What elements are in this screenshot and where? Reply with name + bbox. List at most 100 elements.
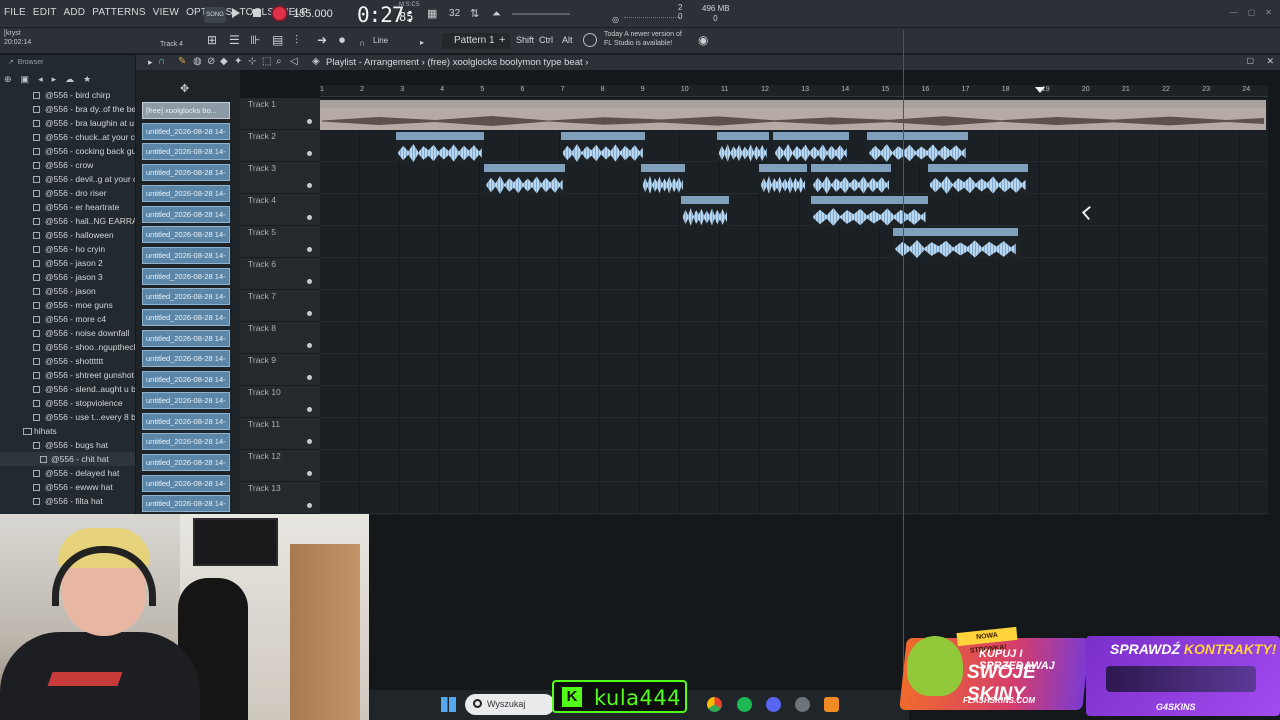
menu-add[interactable]: ADD (64, 7, 86, 18)
select-icon[interactable]: ⬚ (262, 56, 271, 67)
master-pitch-slider[interactable] (512, 13, 570, 15)
track-mute-led[interactable] (307, 407, 312, 412)
minimize-icon[interactable]: — (1230, 8, 1238, 17)
time-signature-display[interactable]: 32 (449, 8, 460, 19)
microphone-icon[interactable]: ⏺ (339, 34, 345, 47)
browser-files-icon[interactable]: ▣ (21, 74, 30, 85)
playback-icon[interactable]: ◁ (290, 56, 298, 67)
pattern-clip[interactable]: untitled_2026..oolymon Main (927, 164, 1028, 194)
stop-button[interactable] (253, 9, 261, 17)
pattern-song-icon[interactable]: ▦ (427, 8, 437, 20)
browser-file[interactable]: @556 - crow (0, 158, 135, 172)
browser-options-icon[interactable]: ⊕ (4, 74, 12, 85)
collapse-icon[interactable]: ◂ (38, 74, 43, 85)
picker-clip[interactable]: untitled_2026-08-28 14- (142, 350, 230, 368)
track-mute-led[interactable] (307, 471, 312, 476)
fl-studio-icon[interactable] (824, 697, 839, 712)
picker-clip[interactable]: untitled_2026-08-28 14- (142, 474, 230, 492)
expand-icon[interactable]: ▸ (52, 74, 57, 85)
browser-file[interactable]: @556 - jason 2 (0, 256, 135, 270)
slip-icon[interactable]: ✦ (234, 56, 242, 67)
picker-clip[interactable]: untitled_2026-08-28 14- (142, 453, 230, 471)
playlist-icon[interactable]: ☰ (229, 34, 240, 47)
picker-clip[interactable]: untitled_2026-08-28 14- (142, 412, 230, 430)
track-header[interactable]: Track 8 (240, 322, 320, 354)
track-header[interactable]: Track 5 (240, 226, 320, 258)
picker-clip[interactable]: untitled_2026-08-28 14- (142, 495, 230, 513)
pattern-clip[interactable]: untitl...n Main (716, 132, 770, 162)
picker-clip[interactable]: untitled_2026-08-28 14- (142, 205, 230, 223)
browser-file[interactable]: @556 - bird chirp (0, 88, 135, 102)
pencil-icon[interactable]: ✎ (178, 56, 186, 67)
spotify-icon[interactable] (737, 697, 752, 712)
shift-key-button[interactable]: Shift (516, 35, 534, 45)
pattern-clip[interactable]: untitl...Main (759, 164, 808, 194)
browser-file[interactable]: @556 - moe guns (0, 298, 135, 312)
arrangement-icon[interactable]: ◈ (312, 56, 320, 67)
picker-clip[interactable]: untitled_2026-08-28 14- (142, 433, 230, 451)
track-header[interactable]: Track 13 (240, 482, 320, 514)
move-icon[interactable]: ✥ (180, 82, 189, 95)
slice-icon[interactable]: ⊹ (248, 56, 256, 67)
news-panel[interactable]: Today A newer version of FL Studio is ava… (604, 30, 682, 48)
piano-roll-icon[interactable]: ⊪ (250, 34, 260, 47)
browser-file[interactable]: @556 - ewww hat (0, 480, 135, 494)
picker-clip[interactable]: untitled_2026-08-28 14- (142, 143, 230, 161)
browser-file[interactable]: @556 - chuck..at your cut (0, 130, 135, 144)
picker-clip[interactable]: untitled_2026-08-28 14- (142, 226, 230, 244)
browser-file[interactable]: @556 - bra laughin at u (0, 116, 135, 130)
browser-file[interactable]: @556 - use t...every 8 bars (0, 410, 135, 424)
track-header[interactable]: Track 11 (240, 418, 320, 450)
browser-file[interactable]: @556 - er heartrate (0, 200, 135, 214)
browser-file[interactable]: @556 - more c4 (0, 312, 135, 326)
menu-view[interactable]: VIEW (153, 7, 179, 18)
image-line-logo-icon[interactable]: ◉ (698, 34, 708, 47)
paint-icon[interactable]: ◍ (193, 56, 202, 67)
delete-icon[interactable]: ⊘ (207, 56, 215, 67)
browser-file[interactable]: @556 - filta hat (0, 494, 135, 508)
pattern-clip[interactable]: untitled_..ymon Main (773, 132, 850, 162)
tempo-display[interactable]: 155.000 (293, 8, 333, 20)
browser-folder[interactable]: hihats (0, 424, 135, 438)
track-mute-led[interactable] (307, 183, 312, 188)
browser-file[interactable]: @556 - stopviolence (0, 396, 135, 410)
track-header[interactable]: Track 3 (240, 162, 320, 194)
browser-file[interactable]: @556 - delayed hat (0, 466, 135, 480)
picker-clip[interactable]: untitled_2026-08-28 14- (142, 309, 230, 326)
browser-file[interactable]: @556 - chit hat (0, 452, 135, 466)
wait-input-icon[interactable]: ⏶ (492, 8, 501, 20)
track-header[interactable]: Track 1 (240, 98, 320, 130)
pattern-clip[interactable]: untitled_2026..Boolymon Main (867, 132, 968, 162)
chrome-icon[interactable] (707, 697, 722, 712)
pattern-prev-icon[interactable]: ▸ (420, 36, 424, 49)
mute-icon[interactable]: ◆ (220, 56, 228, 67)
track-mute-led[interactable] (307, 279, 312, 284)
pattern-clip[interactable]: untitled_202..olymon Main (396, 132, 485, 162)
arrow-right-icon[interactable]: ➜ (317, 34, 327, 47)
track-mute-led[interactable] (307, 439, 312, 444)
pattern-clip[interactable]: untit..Main (640, 164, 685, 194)
record-button[interactable] (271, 5, 288, 22)
pattern-clip[interactable]: untitled_20..lymon Main (560, 132, 645, 162)
browser-file[interactable]: @556 - jason 3 (0, 270, 135, 284)
browser-file[interactable]: @556 - dro riser (0, 186, 135, 200)
picker-clip[interactable]: untitled_2026-08-28 14- (142, 329, 230, 347)
pattern-clip[interactable]: untitled_2026-08...m) Boolymon Main (893, 228, 1018, 258)
menu-file[interactable]: FILE (4, 7, 26, 18)
browser-file[interactable]: @556 - bugs hat (0, 438, 135, 452)
browser-file[interactable]: @556 - shoo..nguptheclub (0, 340, 135, 354)
browser-file[interactable]: @556 - devil..g at your cut (0, 172, 135, 186)
mixer-icon[interactable]: ⫶ (295, 34, 298, 47)
magnet-icon[interactable]: ∩ (359, 37, 365, 50)
playlist-close-icon[interactable]: ✕ (1266, 56, 1274, 67)
track-header[interactable]: Track 6 (240, 258, 320, 290)
metronome-icon[interactable]: ⇅ (470, 8, 479, 20)
windows-start-icon[interactable] (441, 697, 456, 712)
pattern-clip[interactable]: untitl...Main (680, 196, 729, 226)
pattern-clip[interactable]: untitled_2026-0...) Boolymon Main (811, 196, 928, 226)
browser-file[interactable]: @556 - ho cryin (0, 242, 135, 256)
picker-clip[interactable]: untitled_2026-08-28 14- (142, 184, 230, 202)
track-header[interactable]: Track 12 (240, 450, 320, 482)
track-mute-led[interactable] (307, 119, 312, 124)
ctrl-key-button[interactable]: Ctrl (539, 35, 553, 45)
